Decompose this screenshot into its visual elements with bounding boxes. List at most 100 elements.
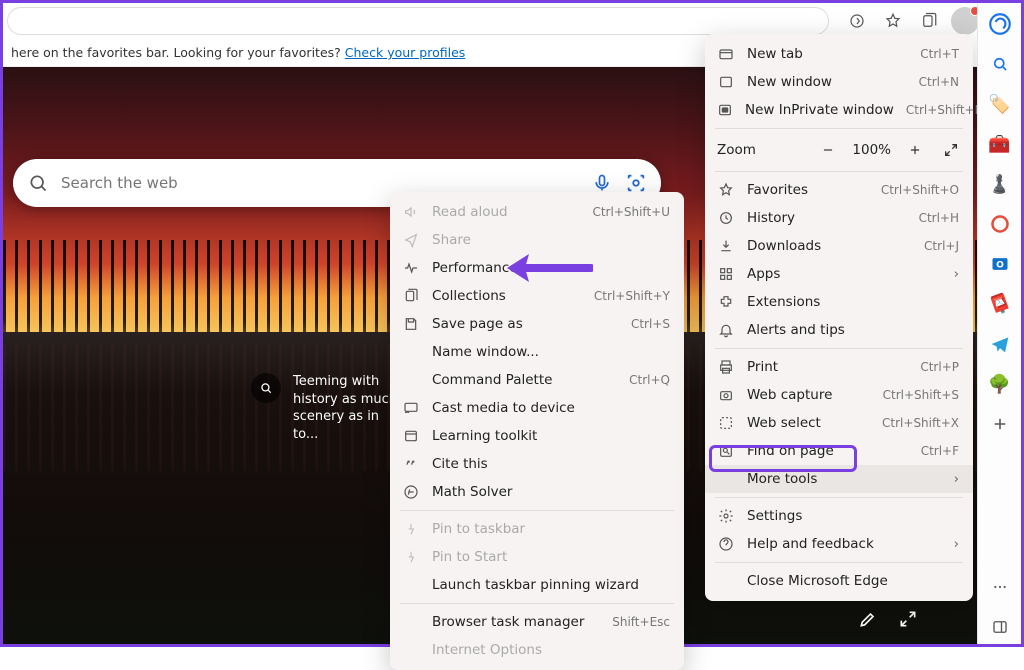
image-info-chip[interactable]: Teeming with history as much scenery as … [251, 373, 401, 443]
favorites-toolbar-icon[interactable] [877, 5, 909, 37]
menu-item-web-select[interactable]: Web selectCtrl+Shift+X [705, 409, 973, 437]
menu-item-print[interactable]: PrintCtrl+P [705, 353, 973, 381]
menu-item-downloads[interactable]: DownloadsCtrl+J [705, 232, 973, 260]
menu-item-cite[interactable]: Cite this [390, 450, 684, 478]
select-icon [717, 415, 735, 431]
edge-sidebar: 🏷️ 🧰 ♟️ O 📮 🌳 [977, 3, 1021, 644]
menu-item-pin-taskbar: Pin to taskbar [390, 515, 684, 543]
star-icon [717, 182, 735, 198]
menu-item-history[interactable]: HistoryCtrl+H [705, 204, 973, 232]
menu-item-favorites[interactable]: FavoritesCtrl+Shift+O [705, 176, 973, 204]
telegram-sidebar-icon[interactable] [983, 327, 1017, 361]
tools-sidebar-icon[interactable]: 🧰 [983, 127, 1017, 161]
address-bar[interactable] [7, 7, 829, 35]
chevron-right-icon: › [954, 471, 959, 487]
menu-item-pin-start: Pin to Start [390, 543, 684, 571]
search-icon [27, 172, 49, 194]
pin-icon [402, 550, 420, 564]
chevron-right-icon: › [954, 266, 959, 282]
find-icon [717, 443, 735, 459]
menu-item-collections[interactable]: CollectionsCtrl+Shift+Y [390, 282, 684, 310]
history-icon [717, 210, 735, 226]
menu-item-find[interactable]: Find on pageCtrl+F [705, 437, 973, 465]
menu-zoom-row: Zoom 100% [705, 133, 973, 167]
menu-item-save-page[interactable]: Save page asCtrl+S [390, 310, 684, 338]
fullscreen-button[interactable] [939, 138, 963, 162]
page-actions [857, 608, 919, 630]
add-sidebar-icon[interactable] [983, 407, 1017, 441]
collections-icon [402, 288, 420, 304]
cite-icon [402, 456, 420, 472]
learning-icon [402, 428, 420, 444]
search-icon [251, 373, 281, 403]
menu-item-new-tab[interactable]: New tabCtrl+T [705, 40, 973, 68]
read-aloud-toolbar-icon[interactable] [841, 5, 873, 37]
apps-icon [717, 266, 735, 282]
image-info-text: Teeming with history as much scenery as … [293, 373, 401, 443]
shopping-sidebar-icon[interactable]: 🏷️ [983, 87, 1017, 121]
bell-icon [717, 322, 735, 338]
zoom-value: 100% [852, 142, 891, 158]
menu-item-internet-options: Internet Options [390, 636, 684, 664]
menu-item-read-aloud: Read aloudCtrl+Shift+U [390, 198, 684, 226]
bing-chat-icon[interactable] [983, 7, 1017, 41]
pin-icon [402, 522, 420, 536]
print-icon [717, 359, 735, 375]
menu-item-launch-pin-wizard[interactable]: Launch taskbar pinning wizard [390, 571, 684, 599]
menu-item-share: Share [390, 226, 684, 254]
read-aloud-icon [402, 204, 420, 220]
menu-item-apps[interactable]: Apps› [705, 260, 973, 288]
cast-icon [402, 400, 420, 416]
math-icon [402, 484, 420, 500]
menu-item-more-tools[interactable]: More tools› [705, 465, 973, 493]
more-sidebar-icon[interactable] [983, 570, 1017, 604]
games-sidebar-icon[interactable]: ♟️ [983, 167, 1017, 201]
menu-item-name-window[interactable]: Name window... [390, 338, 684, 366]
menu-item-help[interactable]: Help and feedback› [705, 530, 973, 558]
collections-toolbar-icon[interactable] [913, 5, 945, 37]
outlook-sidebar-icon[interactable]: O [983, 247, 1017, 281]
zoom-label: Zoom [717, 142, 756, 158]
search-sidebar-icon[interactable] [983, 47, 1017, 81]
menu-item-settings[interactable]: Settings [705, 502, 973, 530]
gear-icon [717, 508, 735, 524]
menu-item-new-window[interactable]: New windowCtrl+N [705, 68, 973, 96]
share-icon [402, 232, 420, 248]
window-icon [717, 74, 735, 90]
menu-item-learning[interactable]: Learning toolkit [390, 422, 684, 450]
voice-icon[interactable] [591, 172, 613, 194]
menu-item-new-inprivate[interactable]: New InPrivate windowCtrl+Shift+N [705, 96, 973, 124]
drop-sidebar-icon[interactable]: 📮 [978, 282, 1022, 326]
save-icon [402, 316, 420, 332]
expand-icon[interactable] [897, 608, 919, 630]
menu-item-task-manager[interactable]: Browser task managerShift+Esc [390, 608, 684, 636]
sidebar-toggle-icon[interactable] [983, 610, 1017, 644]
menu-item-alerts[interactable]: Alerts and tips [705, 316, 973, 344]
download-icon [717, 238, 735, 254]
settings-menu: New tabCtrl+T New windowCtrl+N New InPri… [705, 34, 973, 601]
menu-item-web-capture[interactable]: Web captureCtrl+Shift+S [705, 381, 973, 409]
more-tools-submenu: Read aloudCtrl+Shift+U Share Performance… [390, 192, 684, 670]
search-input[interactable] [61, 174, 579, 192]
edit-icon[interactable] [857, 608, 879, 630]
favorites-bar-text: here on the favorites bar. Looking for y… [11, 45, 341, 60]
menu-item-cast[interactable]: Cast media to device [390, 394, 684, 422]
tree-sidebar-icon[interactable]: 🌳 [983, 367, 1017, 401]
performance-icon [402, 260, 420, 276]
inprivate-icon [717, 102, 733, 118]
image-search-icon[interactable] [625, 172, 647, 194]
tab-icon [717, 46, 735, 62]
zoom-in-button[interactable] [903, 138, 927, 162]
menu-item-math[interactable]: Math Solver [390, 478, 684, 506]
office-sidebar-icon[interactable] [983, 207, 1017, 241]
menu-item-extensions[interactable]: Extensions [705, 288, 973, 316]
capture-icon [717, 387, 735, 403]
check-profiles-link[interactable]: Check your profiles [345, 45, 466, 60]
menu-item-command-palette[interactable]: Command PaletteCtrl+Q [390, 366, 684, 394]
svg-text:O: O [996, 259, 1004, 270]
menu-item-performance[interactable]: Performance [390, 254, 684, 282]
help-icon [717, 536, 735, 552]
puzzle-icon [717, 294, 735, 310]
zoom-out-button[interactable] [816, 138, 840, 162]
menu-item-close-edge[interactable]: Close Microsoft Edge [705, 567, 973, 595]
